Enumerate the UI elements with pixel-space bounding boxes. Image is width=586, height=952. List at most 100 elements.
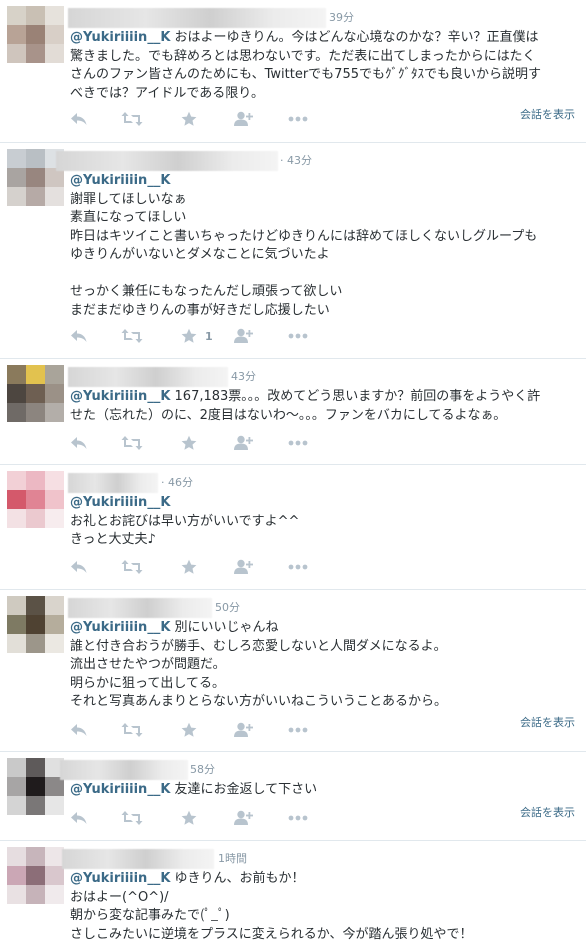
avatar-pixel: [7, 403, 26, 422]
avatar-pixel: [7, 634, 26, 653]
avatar-pixel: [26, 615, 45, 634]
retweet-button[interactable]: [121, 720, 143, 740]
reply-button[interactable]: [70, 720, 88, 740]
mention-link[interactable]: @Yukiriiiin__K: [70, 782, 170, 797]
tweet-line: 素直になってほしい: [70, 210, 187, 225]
avatar[interactable]: [7, 847, 64, 904]
reply-button[interactable]: [70, 109, 88, 129]
avatar[interactable]: [7, 758, 64, 815]
follow-button[interactable]: [233, 326, 253, 346]
avatar-pixel: [7, 758, 26, 777]
tweet-line: きっと大丈夫♪: [70, 532, 156, 547]
mention-link[interactable]: @Yukiriiiin__K: [70, 495, 170, 510]
tweet-5[interactable]: 50分 @Yukiriiiin__K 別にいいじゃんね 誰と付き合おうが勝手、む…: [0, 590, 586, 752]
tweet-2[interactable]: · 43分 @Yukiriiiin__K 謝罪してほしいなぁ 素直になってほしい…: [0, 143, 586, 359]
reply-button[interactable]: [70, 433, 88, 453]
more-button[interactable]: [288, 326, 308, 346]
tweet-line: さんのファン皆さんのためにも、Twitterでも755でもｸﾞｸﾞﾀｽでも良いか…: [70, 67, 541, 82]
mention-link[interactable]: @Yukiriiiin__K: [70, 389, 170, 404]
more-button[interactable]: [288, 557, 308, 577]
tweet-6[interactable]: 58分 @Yukiriiiin__K 友達にお金返して下さい 会話を表示: [0, 752, 586, 841]
retweet-button[interactable]: [121, 557, 143, 577]
tweet-7[interactable]: 1時間 @Yukiriiiin__K ゆきりん、お前もか！ おはよー(^O^)/…: [0, 841, 586, 952]
avatar-pixel: [7, 490, 26, 509]
more-button[interactable]: [288, 109, 308, 129]
tweet-4[interactable]: · 46分 @Yukiriiiin__K お礼とお詫びは早い方がいいですよ^^ …: [0, 465, 586, 590]
retweet-button[interactable]: [121, 808, 143, 828]
reply-button[interactable]: [70, 557, 88, 577]
follow-button[interactable]: [233, 433, 253, 453]
avatar[interactable]: [7, 596, 64, 653]
favorite-button[interactable]: 1: [181, 326, 213, 346]
tweet-line: べきでは？アイドルである限り。: [70, 85, 264, 101]
blurred-username[interactable]: [68, 598, 212, 618]
blurred-username[interactable]: [56, 151, 278, 171]
reply-button[interactable]: [70, 808, 88, 828]
avatar-pixel: [26, 365, 45, 384]
tweet-timestamp[interactable]: · 43分: [280, 152, 312, 168]
tweet-timestamp[interactable]: 43分: [231, 368, 256, 384]
retweet-button[interactable]: [121, 433, 143, 453]
tweet-text: @Yukiriiiin__K 友達にお金返して下さい: [70, 781, 576, 800]
mention-link[interactable]: @Yukiriiiin__K: [70, 620, 170, 635]
tweet-timestamp[interactable]: · 46分: [161, 474, 193, 490]
tweet-timestamp[interactable]: 58分: [190, 761, 215, 777]
retweet-icon: [121, 722, 143, 738]
favorite-button[interactable]: [181, 557, 197, 577]
favorite-button[interactable]: [181, 720, 197, 740]
more-button[interactable]: [288, 720, 308, 740]
avatar-pixel: [7, 866, 26, 885]
favorite-star-icon: [181, 111, 197, 127]
favorite-button[interactable]: [181, 808, 197, 828]
follow-button[interactable]: [233, 808, 253, 828]
avatar-pixel: [26, 885, 45, 904]
avatar-pixel: [45, 187, 64, 206]
avatar[interactable]: [7, 471, 64, 528]
avatar-pixel: [26, 6, 45, 25]
view-conversation-link[interactable]: 会話を表示: [520, 804, 575, 820]
avatar[interactable]: [7, 365, 64, 422]
tweet-actions: [70, 557, 370, 579]
retweet-icon: [121, 810, 143, 826]
more-options-icon: [288, 727, 308, 733]
view-conversation-link[interactable]: 会話を表示: [520, 714, 575, 730]
follow-user-icon: [233, 435, 253, 451]
retweet-button[interactable]: [121, 109, 143, 129]
avatar[interactable]: [7, 6, 64, 63]
reply-button[interactable]: [70, 326, 88, 346]
blurred-username[interactable]: [62, 849, 214, 869]
tweet-line: それと写真あんまりとらない方がいいねこういうことあるから。: [70, 694, 448, 709]
tweet-timestamp[interactable]: 39分: [329, 9, 354, 25]
reply-icon: [70, 559, 88, 575]
more-options-icon: [288, 116, 308, 122]
avatar-pixel: [26, 634, 45, 653]
blurred-username[interactable]: [68, 473, 158, 493]
more-button[interactable]: [288, 808, 308, 828]
tweet-line: 驚きました。でも辞めろとは思わないです。ただ表に出てしまったからにはたく: [70, 48, 536, 64]
blurred-username[interactable]: [68, 8, 326, 28]
more-button[interactable]: [288, 433, 308, 453]
favorite-button[interactable]: [181, 433, 197, 453]
follow-button[interactable]: [233, 557, 253, 577]
blurred-username[interactable]: [68, 367, 228, 387]
tweet-3[interactable]: 43分 @Yukiriiiin__K 167,183票。。。改めてどう思いますか…: [0, 359, 586, 465]
mention-link[interactable]: @Yukiriiiin__K: [70, 173, 170, 188]
tweet-line: 流出させたやつが問題だ。: [70, 657, 226, 672]
blurred-username[interactable]: [60, 760, 188, 780]
favorite-button[interactable]: [181, 109, 197, 129]
mention-link[interactable]: @Yukiriiiin__K: [70, 30, 170, 45]
view-conversation-link[interactable]: 会話を表示: [520, 106, 575, 122]
avatar-pixel: [45, 634, 64, 653]
retweet-button[interactable]: [121, 326, 143, 346]
tweet-timestamp[interactable]: 50分: [215, 599, 240, 615]
tweet-1[interactable]: 39分 @Yukiriiiin__K おはよーゆきりん。今はどんな心境なのかな？…: [0, 0, 586, 143]
avatar-pixel: [26, 168, 45, 187]
follow-button[interactable]: [233, 109, 253, 129]
mention-link[interactable]: @Yukiriiiin__K: [70, 871, 170, 886]
follow-user-icon: [233, 722, 253, 738]
avatar-pixel: [45, 384, 64, 403]
tweet-timestamp[interactable]: 1時間: [218, 850, 247, 866]
avatar-pixel: [7, 615, 26, 634]
follow-button[interactable]: [233, 720, 253, 740]
tweet-line: ゆきりんがいないとダメなことに気づいたよ: [70, 247, 330, 262]
